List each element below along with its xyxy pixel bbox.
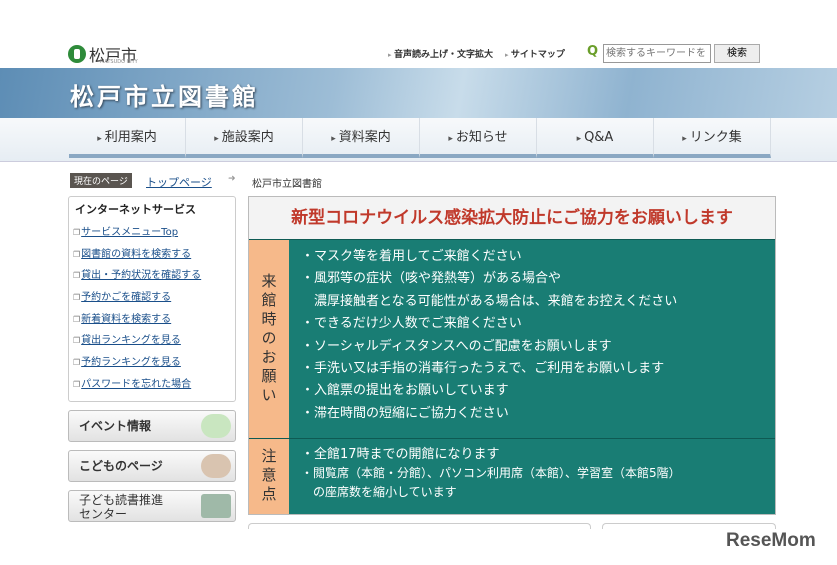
section-body: ・マスク等を着用してご来館ください ・風邪等の症状（咳や発熱等）がある場合や 濃… [289, 240, 775, 438]
breadcrumb-arrow-icon: ➜ [228, 174, 236, 184]
notice-item: ・入館票の提出をお願いしています [301, 383, 509, 399]
nav-facilities[interactable]: 施設案内 [186, 118, 303, 158]
notice-item: ・全館17時までの開館になります [301, 447, 500, 462]
search-button[interactable]: 検索 [714, 44, 760, 63]
notice-item: ・風邪等の症状（咳や発熱等）がある場合や [301, 271, 562, 287]
main-nav: 利用案内 施設案内 資料案内 お知らせ Q&A リンク集 [0, 118, 837, 162]
notice-item: ・マスク等を着用してご来館ください [301, 249, 522, 264]
service-link[interactable]: サービスメニューTop [73, 223, 229, 245]
children-reading-image [201, 414, 231, 438]
nav-news[interactable]: お知らせ [420, 118, 537, 158]
section-label: 来館時のお願い [249, 240, 289, 438]
center-building-image [201, 494, 231, 518]
koala-image [201, 454, 231, 478]
service-link[interactable]: 予約かごを確認する [73, 288, 229, 310]
service-link[interactable]: 新着資料を検索する [73, 310, 229, 332]
banner: 松戸市立図書館 [0, 68, 837, 118]
nav-usage[interactable]: 利用案内 [69, 118, 186, 158]
watermark: ReseMom [726, 530, 816, 551]
nav-links[interactable]: リンク集 [654, 118, 771, 158]
city-emblem-icon [68, 45, 86, 63]
notice-item: ・滞在時間の短縮にご協力ください [301, 405, 509, 421]
notice-item: ・閲覧席（本館・分館）、パソコン利用席（本館）、学習室（本館5階） [301, 466, 681, 480]
search-input[interactable] [603, 44, 711, 63]
kids-page-label: こどものページ [79, 459, 163, 473]
section-label: 注意点 [249, 439, 289, 514]
kids-reading-center-label: 子ども読書推進センター [79, 493, 164, 521]
search-icon: Q [587, 44, 599, 59]
service-link[interactable]: パスワードを忘れた場合 [73, 375, 229, 397]
content-box [248, 523, 591, 529]
visit-requests-section: 来館時のお願い ・マスク等を着用してご来館ください ・風邪等の症状（咳や発熱等）… [249, 239, 775, 438]
service-link[interactable]: 予約ランキングを見る [73, 353, 229, 375]
notice-item: ・手洗い又は手指の消毒行ったうえで、ご利用をお願いします [301, 361, 665, 377]
kids-reading-center-button[interactable]: 子ども読書推進センター [68, 490, 236, 522]
breadcrumb-label: 現在のページ [70, 173, 132, 188]
event-info-button[interactable]: イベント情報 [68, 410, 236, 442]
top-links: 音声読み上げ・文字拡大 サイトマップ [388, 47, 565, 60]
service-link[interactable]: 貸出ランキングを見る [73, 331, 229, 353]
service-link[interactable]: 図書館の資料を検索する [73, 245, 229, 267]
breadcrumb-top-link[interactable]: トップページ [146, 174, 212, 190]
kids-page-button[interactable]: こどものページ [68, 450, 236, 482]
content-box [602, 523, 776, 529]
service-link[interactable]: 貸出・予約状況を確認する [73, 266, 229, 288]
internet-service-box: インターネットサービス サービスメニューTop 図書館の資料を検索する 貸出・予… [68, 196, 236, 402]
section-body: ・全館17時までの開館になります ・閲覧席（本館・分館）、パソコン利用席（本館）… [289, 439, 775, 514]
nav-materials[interactable]: 資料案内 [303, 118, 420, 158]
event-info-label: イベント情報 [79, 419, 152, 433]
notice-title: 新型コロナウイルス感染拡大防止にご協力をお願いします [249, 197, 775, 239]
logo-subtitle: MATSUDO CITY [100, 59, 138, 65]
notice-item: 濃厚接触者となる可能性がある場合は、来館をお控えください [301, 293, 678, 309]
internet-service-title: インターネットサービス [75, 203, 196, 216]
link-voice-reading[interactable]: 音声読み上げ・文字拡大 [388, 47, 493, 60]
nav-qa[interactable]: Q&A [537, 118, 654, 158]
covid-notice: 新型コロナウイルス感染拡大防止にご協力をお願いします 来館時のお願い ・マスク等… [248, 196, 776, 515]
notice-item: の座席数を縮小しています [301, 485, 457, 499]
breadcrumb-current: 松戸市立図書館 [252, 179, 322, 190]
link-sitemap[interactable]: サイトマップ [505, 47, 565, 60]
notice-item: ・できるだけ少人数でご来館ください [301, 316, 522, 332]
site-title[interactable]: 松戸市立図書館 [70, 77, 259, 112]
notice-item: ・ソーシャルディスタンスへのご配慮をお願いします [301, 338, 612, 354]
cautions-section: 注意点 ・全館17時までの開館になります ・閲覧席（本館・分館）、パソコン利用席… [249, 438, 775, 514]
